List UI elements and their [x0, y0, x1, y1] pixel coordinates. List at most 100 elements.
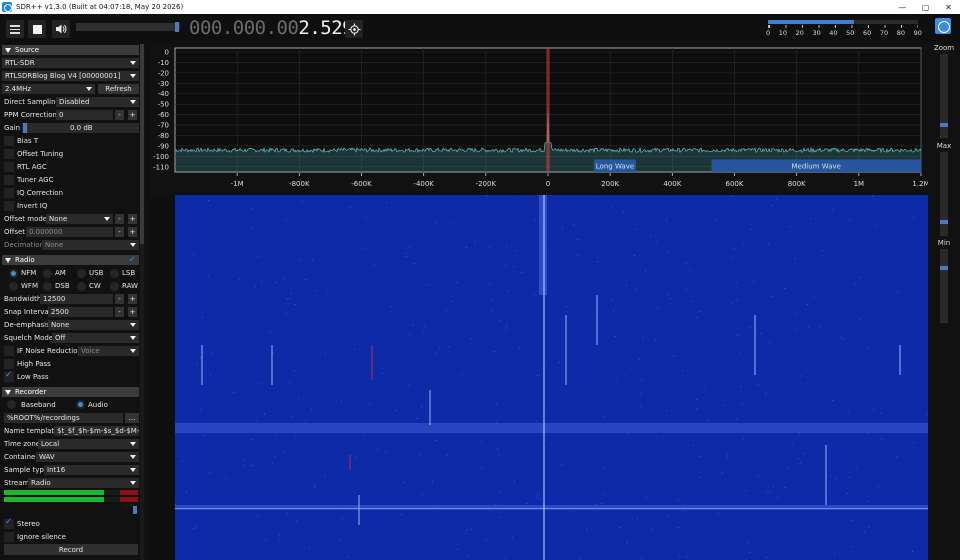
- maximize-icon[interactable]: ▢: [914, 3, 937, 12]
- device-type-select[interactable]: RTL-SDR: [2, 58, 139, 68]
- stereo-checkbox[interactable]: [4, 517, 14, 529]
- zoom-grab[interactable]: [940, 123, 948, 127]
- direct-sampling-select[interactable]: Disabled: [56, 97, 139, 107]
- waterfall-noise: [748, 541, 749, 543]
- waterfall-noise: [855, 468, 857, 470]
- baseband-radio[interactable]: [7, 400, 16, 409]
- gain-grab[interactable]: [23, 123, 27, 133]
- frequency-display[interactable]: 000.000.002.529: [189, 17, 354, 39]
- sample-type-select[interactable]: Int16: [44, 465, 139, 475]
- mode-radio-wfm[interactable]: [9, 281, 18, 291]
- if-noise-reduction-checkbox[interactable]: [4, 346, 14, 356]
- waterfall-noise: [656, 299, 658, 301]
- source-option-checkbox[interactable]: [4, 136, 14, 146]
- source-option-checkbox[interactable]: [4, 175, 14, 185]
- recordings-path-input[interactable]: %ROOT%/recordings: [4, 413, 123, 423]
- source-option-checkbox[interactable]: [4, 201, 14, 211]
- center-tuning-button[interactable]: [345, 20, 363, 38]
- radio-title: Radio: [15, 256, 35, 264]
- audio-radio[interactable]: [76, 400, 85, 409]
- waterfall-noise: [757, 209, 759, 211]
- device-select[interactable]: RTLSDRBlog Blog V4 [00000001]: [2, 71, 139, 81]
- source-option-checkbox[interactable]: [4, 162, 14, 172]
- refresh-button[interactable]: Refresh: [98, 84, 139, 94]
- volume-slider[interactable]: [76, 22, 180, 32]
- mode-radio-dsb[interactable]: [43, 281, 52, 291]
- play-stop-button[interactable]: [28, 20, 46, 38]
- browse-button[interactable]: ...: [125, 413, 139, 423]
- recorder-header[interactable]: Recorder: [2, 387, 139, 397]
- waterfall-noise: [673, 355, 674, 357]
- minimize-icon[interactable]: —: [891, 3, 914, 12]
- radio-header[interactable]: Radio ✓: [2, 255, 139, 265]
- max-slider[interactable]: [940, 152, 948, 236]
- ignore-silence-checkbox[interactable]: [4, 532, 14, 542]
- squelch-mode-select[interactable]: Off: [52, 333, 139, 343]
- time-zone-select[interactable]: Local: [38, 439, 139, 449]
- sdrpp-logo-icon[interactable]: [935, 18, 951, 34]
- waterfall-noise: [477, 398, 479, 400]
- waterfall-noise: [853, 214, 855, 215]
- mode-radio-cw[interactable]: [77, 281, 86, 291]
- menu-button[interactable]: [6, 20, 24, 38]
- bandwidth-decrement-button[interactable]: -: [115, 294, 124, 304]
- snap-increment-button[interactable]: +: [128, 307, 137, 317]
- mute-button[interactable]: [52, 20, 70, 38]
- if-noise-reduction-select[interactable]: Voice: [78, 346, 139, 356]
- bandwidth-increment-button[interactable]: +: [128, 294, 137, 304]
- source-option-checkbox[interactable]: [4, 188, 14, 198]
- offset-input[interactable]: 0.000000: [26, 227, 113, 237]
- volume-grab[interactable]: [175, 22, 179, 32]
- offset-increment-button[interactable]: +: [128, 227, 137, 237]
- close-icon[interactable]: ✕: [937, 3, 960, 12]
- stream-select[interactable]: Radio: [28, 478, 139, 488]
- offset-mode-decrement-button[interactable]: -: [115, 214, 124, 224]
- mode-radio-raw[interactable]: [110, 281, 119, 291]
- waterfall-noise: [676, 349, 678, 351]
- waterfall-noise: [803, 453, 805, 455]
- fft-plot[interactable]: 0 -10 -20 -30 -40 -50 -60 -70 -80 -90 -100 -110 -1M -…: [150, 44, 930, 194]
- offset-decrement-button[interactable]: -: [115, 227, 124, 237]
- min-slider[interactable]: [940, 249, 948, 323]
- offset-mode-select[interactable]: None: [46, 214, 113, 224]
- zoom-slider[interactable]: [940, 54, 948, 138]
- high-pass-checkbox[interactable]: [4, 359, 14, 369]
- decimation-select[interactable]: None: [42, 240, 139, 250]
- ppm-input[interactable]: 0: [56, 110, 113, 120]
- sample-rate-select[interactable]: 2.4MHz: [2, 84, 95, 94]
- offset-mode-increment-button[interactable]: +: [128, 214, 137, 224]
- ppm-increment-button[interactable]: +: [128, 110, 137, 120]
- source-option-checkbox[interactable]: [4, 149, 14, 159]
- container-select[interactable]: WAV: [36, 452, 139, 462]
- waterfall-display[interactable]: [175, 195, 928, 560]
- mode-radio-am[interactable]: [43, 268, 52, 278]
- mode-radio-lsb[interactable]: [110, 268, 119, 278]
- snap-interval-input[interactable]: 2500: [48, 307, 113, 317]
- ppm-value: 0: [59, 111, 64, 119]
- low-pass-checkbox[interactable]: [4, 370, 14, 382]
- mode-radio-nfm[interactable]: [9, 268, 18, 278]
- mode-radio-usb[interactable]: [77, 268, 86, 278]
- waterfall-noise: [569, 511, 571, 513]
- deemphasis-select[interactable]: None: [48, 320, 139, 330]
- bandwidth-input[interactable]: 12500: [40, 294, 113, 304]
- gain-slider[interactable]: 0.0 dB: [22, 123, 139, 133]
- snap-decrement-button[interactable]: -: [115, 307, 124, 317]
- left-panel-scrollbar[interactable]: [140, 44, 144, 560]
- waterfall-noise: [272, 329, 274, 331]
- waterfall-noise: [242, 204, 244, 206]
- waterfall-noise: [498, 320, 500, 322]
- record-button[interactable]: Record: [4, 544, 138, 555]
- waterfall-noise: [767, 226, 769, 228]
- waterfall-plot[interactable]: [175, 195, 928, 560]
- ppm-decrement-button[interactable]: -: [115, 110, 124, 120]
- max-grab[interactable]: [940, 220, 948, 224]
- fft-spectrum[interactable]: 0 -10 -20 -30 -40 -50 -60 -70 -80 -90 -100 -110 -1M -…: [150, 44, 930, 194]
- min-grab[interactable]: [940, 266, 948, 270]
- frequency-leading-digits[interactable]: 000.000.00: [189, 17, 299, 39]
- source-header[interactable]: Source: [2, 45, 139, 55]
- audio-level-slider-grab[interactable]: [133, 506, 137, 514]
- waterfall-noise: [678, 498, 680, 500]
- name-template-input[interactable]: $t_$f_$h-$m-$s_$d-$M-$y: [54, 426, 139, 436]
- scrollbar-thumb[interactable]: [140, 44, 144, 244]
